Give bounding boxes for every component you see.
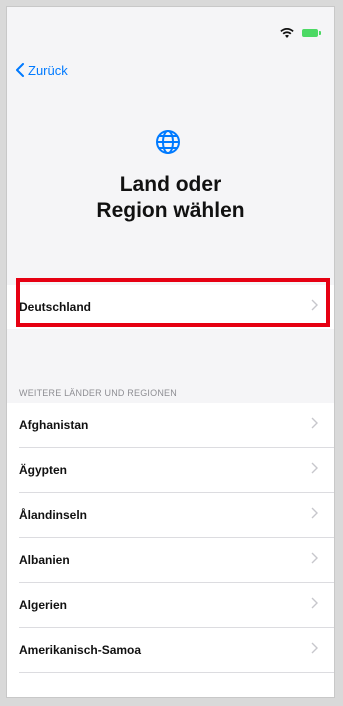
section-header: WEITERE LÄNDER UND REGIONEN [19,388,177,398]
list-item-label: Ålandinseln [19,508,88,522]
status-bar [7,7,334,47]
list-item-label: Albanien [19,553,70,567]
chevron-right-icon [311,299,318,311]
battery-icon [302,29,321,37]
list-item-label: Ägypten [19,463,67,477]
chevron-right-icon [311,597,318,609]
list-item[interactable]: Algerien [19,583,334,627]
divider [19,672,334,673]
page-title-line-1: Land oder [119,173,222,196]
list-item[interactable]: Ålandinseln [19,493,334,537]
page-title-line-2: Region wählen [96,199,245,222]
selected-country-row[interactable]: Deutschland [7,285,334,329]
back-button[interactable]: Zurück [15,60,68,80]
list-item-label: Amerikanisch-Samoa [19,643,142,657]
phone-screen: Zurück Land oder Region wählen Deutschla… [6,6,335,698]
chevron-right-icon [311,552,318,564]
selected-country-label: Deutschland [19,300,92,314]
chevron-right-icon [311,507,318,519]
list-item-label: Afghanistan [19,418,89,432]
chevron-left-icon [16,63,24,77]
chevron-right-icon [311,462,318,474]
wifi-icon [280,28,294,38]
globe-icon [156,130,180,154]
back-label: Zurück [28,62,68,78]
page-title: Land oder Region wählen [7,172,334,224]
country-list: Afghanistan Ägypten Ålandinseln Albanien… [7,403,334,697]
list-item[interactable]: Ägypten [19,448,334,492]
list-item[interactable]: Albanien [19,538,334,582]
chevron-right-icon [311,642,318,654]
chevron-right-icon [311,417,318,429]
list-item[interactable]: Afghanistan [19,403,334,447]
list-item-label: Algerien [19,598,68,612]
list-item[interactable]: Amerikanisch-Samoa [19,628,334,672]
